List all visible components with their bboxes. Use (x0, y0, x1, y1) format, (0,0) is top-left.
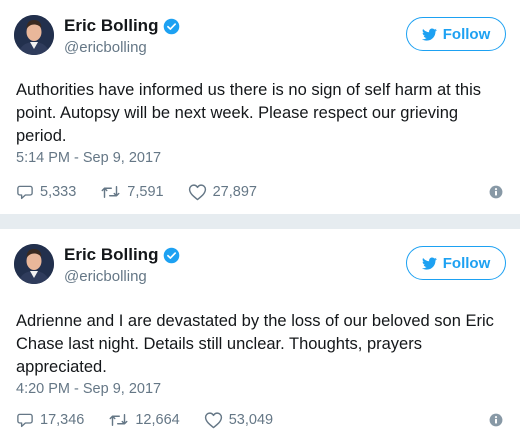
like-button[interactable]: 27,897 (188, 183, 257, 201)
avatar[interactable] (14, 15, 54, 55)
reply-count: 17,346 (40, 412, 85, 428)
retweet-button[interactable]: 7,591 (100, 183, 164, 201)
info-icon[interactable] (489, 185, 503, 199)
user-handle[interactable]: @ericbolling (64, 39, 147, 57)
tweet-timestamp[interactable]: 5:14 PM - Sep 9, 2017 (16, 150, 161, 166)
tweet-actions: 5,333 7,591 27,897 (16, 183, 281, 201)
retweet-count: 12,664 (135, 412, 180, 428)
user-handle[interactable]: @ericbolling (64, 268, 147, 286)
reply-icon (17, 413, 33, 428)
verified-badge-icon (164, 18, 180, 34)
twitter-bird-icon (421, 256, 437, 270)
like-button[interactable]: 53,049 (204, 411, 273, 429)
reply-button[interactable]: 17,346 (16, 411, 84, 429)
tweet-text: Adrienne and I are devastated by the los… (16, 312, 494, 376)
follow-button-label: Follow (442, 25, 491, 43)
info-icon[interactable] (489, 413, 503, 427)
follow-button-label: Follow (442, 254, 491, 272)
retweet-icon (101, 186, 120, 198)
author-name-row: Eric Bolling (64, 245, 180, 265)
tweet-actions: 17,346 12,664 53,049 (16, 411, 297, 429)
like-heart-icon (204, 412, 222, 429)
reply-icon (17, 185, 33, 200)
retweet-icon (109, 414, 128, 426)
retweet-button[interactable]: 12,664 (108, 411, 180, 429)
tweet-stack: Eric Bolling @ericbolling Follow Authori… (0, 0, 520, 444)
display-name[interactable]: Eric Bolling (64, 16, 158, 36)
tweet-card: Eric Bolling @ericbolling Follow Authori… (0, 0, 520, 214)
like-count: 27,897 (212, 184, 257, 200)
retweet-count: 7,591 (127, 184, 164, 200)
verified-badge-icon (164, 247, 180, 263)
author-name-row: Eric Bolling (64, 16, 180, 36)
tweet-timestamp[interactable]: 4:20 PM - Sep 9, 2017 (16, 381, 161, 397)
twitter-bird-icon (421, 27, 437, 41)
tweet-card: Eric Bolling @ericbolling Follow Adrienn… (0, 229, 520, 444)
tweet-text: Authorities have informed us there is no… (16, 81, 481, 145)
like-heart-icon (188, 184, 206, 201)
reply-button[interactable]: 5,333 (16, 183, 76, 201)
like-count: 53,049 (228, 412, 274, 428)
reply-count: 5,333 (40, 184, 77, 200)
follow-button[interactable]: Follow (406, 17, 506, 51)
avatar[interactable] (14, 244, 54, 284)
follow-button[interactable]: Follow (406, 246, 506, 280)
display-name[interactable]: Eric Bolling (64, 245, 158, 265)
